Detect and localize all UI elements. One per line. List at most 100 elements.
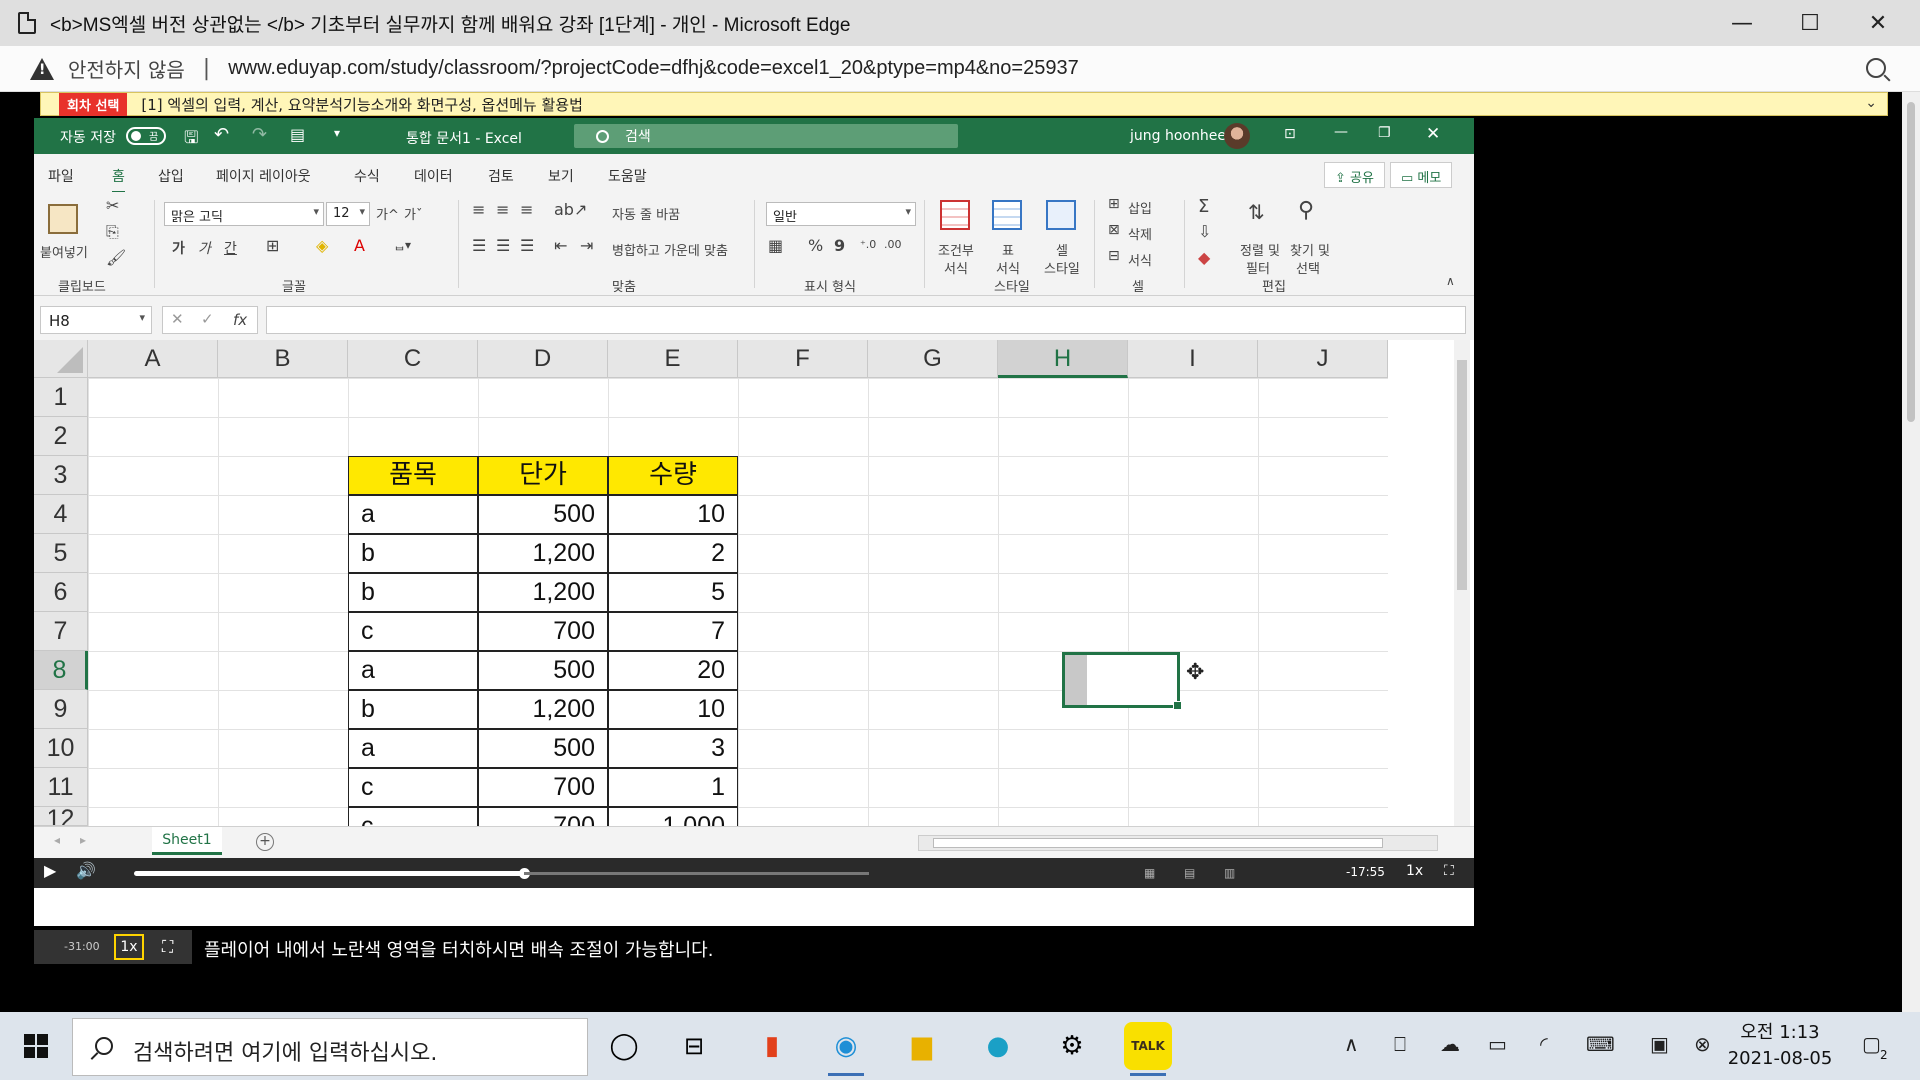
cell-style-label-1[interactable]: 셀 <box>1056 240 1068 259</box>
excel-close-icon[interactable]: ✕ <box>1426 124 1440 144</box>
cell-style-icon[interactable] <box>1046 200 1076 230</box>
column-header[interactable]: C <box>348 340 478 378</box>
tab-view[interactable]: 보기 <box>548 166 574 186</box>
font-color-icon[interactable]: A <box>354 236 365 255</box>
tab-review[interactable]: 검토 <box>488 166 514 186</box>
row-header[interactable]: 3 <box>34 456 88 495</box>
notification-icon[interactable]: ▢ <box>1862 1032 1881 1056</box>
excel-search-box[interactable]: 검색 <box>574 124 958 148</box>
row-header-selected[interactable]: 8 <box>34 651 88 690</box>
table-header[interactable]: 수량 <box>608 456 738 495</box>
mini-player[interactable]: -31:00 1x ⛶ <box>34 930 192 964</box>
cut-icon[interactable]: ✂ <box>106 196 119 215</box>
memo-button[interactable]: ▭ 메모 <box>1390 162 1453 188</box>
zoom-icon[interactable] <box>1866 58 1886 78</box>
format-cells-icon[interactable]: ⊟ <box>1108 248 1120 264</box>
font-name-select[interactable]: 맑은 고딕 <box>164 202 324 226</box>
column-header[interactable]: E <box>608 340 738 378</box>
column-header[interactable]: D <box>478 340 608 378</box>
table-cell[interactable]: c <box>348 612 478 651</box>
explorer-icon[interactable]: ▆ <box>898 1022 946 1070</box>
tab-help[interactable]: 도움말 <box>608 166 647 186</box>
bold-button[interactable]: 가 <box>172 238 185 258</box>
battery-icon[interactable]: ▭ <box>1488 1032 1507 1056</box>
table-cell[interactable]: 10 <box>608 690 738 729</box>
scroll-thumb[interactable] <box>1907 102 1915 422</box>
number-format-select[interactable]: 일반 <box>766 202 916 226</box>
redo-icon[interactable]: ↷ <box>252 124 267 145</box>
table-cell[interactable]: 20 <box>608 651 738 690</box>
minimize-button[interactable]: — <box>1708 0 1776 46</box>
mini-speed-button[interactable]: 1x <box>114 934 144 960</box>
taskbar-search[interactable]: 검색하려면 여기에 입력하십시오. <box>72 1018 588 1076</box>
collapse-ribbon-icon[interactable]: ∧ <box>1446 274 1455 288</box>
table-cell[interactable]: 1,000 <box>608 807 738 826</box>
view-normal-icon[interactable]: ▦ <box>1144 866 1155 880</box>
sheet-tab[interactable]: Sheet1 <box>152 827 222 855</box>
excel-restore-icon[interactable]: ❐ <box>1378 125 1391 141</box>
name-box[interactable]: H8 <box>40 306 152 334</box>
percent-button[interactable]: % <box>808 236 823 255</box>
sort-filter-icon[interactable]: ⇅ <box>1248 200 1265 224</box>
vertical-scrollbar[interactable] <box>1454 340 1470 826</box>
tab-formulas[interactable]: 수식 <box>354 166 380 186</box>
fullscreen-icon[interactable]: ⛶ <box>1444 863 1454 879</box>
scroll-thumb[interactable] <box>933 838 1383 848</box>
column-header[interactable]: I <box>1128 340 1258 378</box>
fill-color-icon[interactable]: ◈ <box>316 236 328 255</box>
format-painter-icon[interactable]: 🖌 <box>106 248 126 267</box>
delete-cells-icon[interactable]: ⊠ <box>1108 222 1120 238</box>
table-cell[interactable]: 700 <box>478 612 608 651</box>
search-app-icon[interactable]: ● <box>974 1022 1022 1070</box>
find-select-label-1[interactable]: 찾기 및 <box>1290 240 1330 259</box>
share-button[interactable]: ⇪ 공유 <box>1324 162 1385 188</box>
keyboard-icon[interactable]: ⌨ <box>1586 1032 1615 1056</box>
table-cell[interactable]: 5 <box>608 573 738 612</box>
table-header[interactable]: 품목 <box>348 456 478 495</box>
tab-data[interactable]: 데이터 <box>414 166 453 186</box>
border-icon[interactable]: ⊞ <box>266 236 279 255</box>
insecure-label[interactable]: 안전하지 않음 <box>68 54 185 83</box>
comma-button[interactable]: 9 <box>834 236 845 255</box>
table-cell[interactable]: a <box>348 651 478 690</box>
excel-minimize-icon[interactable]: — <box>1334 124 1348 140</box>
undo-icon[interactable]: ↶ <box>214 124 229 145</box>
kakaotalk-icon[interactable]: TALK <box>1124 1022 1172 1076</box>
column-header[interactable]: B <box>218 340 348 378</box>
tray-expand-icon[interactable]: ∧ <box>1344 1032 1359 1056</box>
onedrive-icon[interactable]: ☁ <box>1440 1032 1460 1056</box>
table-cell[interactable]: c <box>348 807 478 826</box>
font-size-select[interactable]: 12 <box>326 202 370 226</box>
column-header[interactable]: F <box>738 340 868 378</box>
table-cell[interactable]: 1 <box>608 768 738 807</box>
increase-decimal-icon[interactable]: ⁺.0 <box>860 238 876 251</box>
table-cell[interactable]: 700 <box>478 768 608 807</box>
row-header[interactable]: 10 <box>34 729 88 768</box>
align-left-icon[interactable]: ☰ <box>472 236 486 255</box>
fill-icon[interactable]: ⇩ <box>1198 222 1211 241</box>
task-view-icon[interactable]: ⊟ <box>670 1022 718 1070</box>
table-cell[interactable]: 1,200 <box>478 573 608 612</box>
table-cell[interactable]: 1,200 <box>478 690 608 729</box>
cortana-icon[interactable]: ◯ <box>600 1022 648 1070</box>
selected-cell-h8[interactable] <box>1062 652 1182 710</box>
tab-home[interactable]: 홈 <box>112 166 125 194</box>
close-button[interactable]: ✕ <box>1844 0 1912 46</box>
table-cell[interactable]: b <box>348 573 478 612</box>
table-format-label-1[interactable]: 표 <box>1002 240 1014 259</box>
table-cell[interactable]: 500 <box>478 495 608 534</box>
delete-cells-button[interactable]: 삭제 <box>1128 224 1152 243</box>
clock[interactable]: 오전 1:13 2021-08-05 <box>1720 1020 1840 1072</box>
row-header[interactable]: 2 <box>34 417 88 456</box>
table-cell[interactable]: 700 <box>478 807 608 826</box>
column-header[interactable]: G <box>868 340 998 378</box>
align-middle-icon[interactable]: ≡ <box>496 200 509 219</box>
row-header[interactable]: 6 <box>34 573 88 612</box>
insert-function-button[interactable]: fx <box>233 311 247 329</box>
conditional-format-label-2[interactable]: 서식 <box>944 258 968 277</box>
row-header[interactable]: 11 <box>34 768 88 807</box>
italic-button[interactable]: 가 <box>198 238 211 258</box>
cancel-entry-icon[interactable]: ✕ <box>171 310 184 328</box>
ime-icon[interactable]: ▣ <box>1650 1032 1669 1056</box>
table-cell[interactable]: 3 <box>608 729 738 768</box>
